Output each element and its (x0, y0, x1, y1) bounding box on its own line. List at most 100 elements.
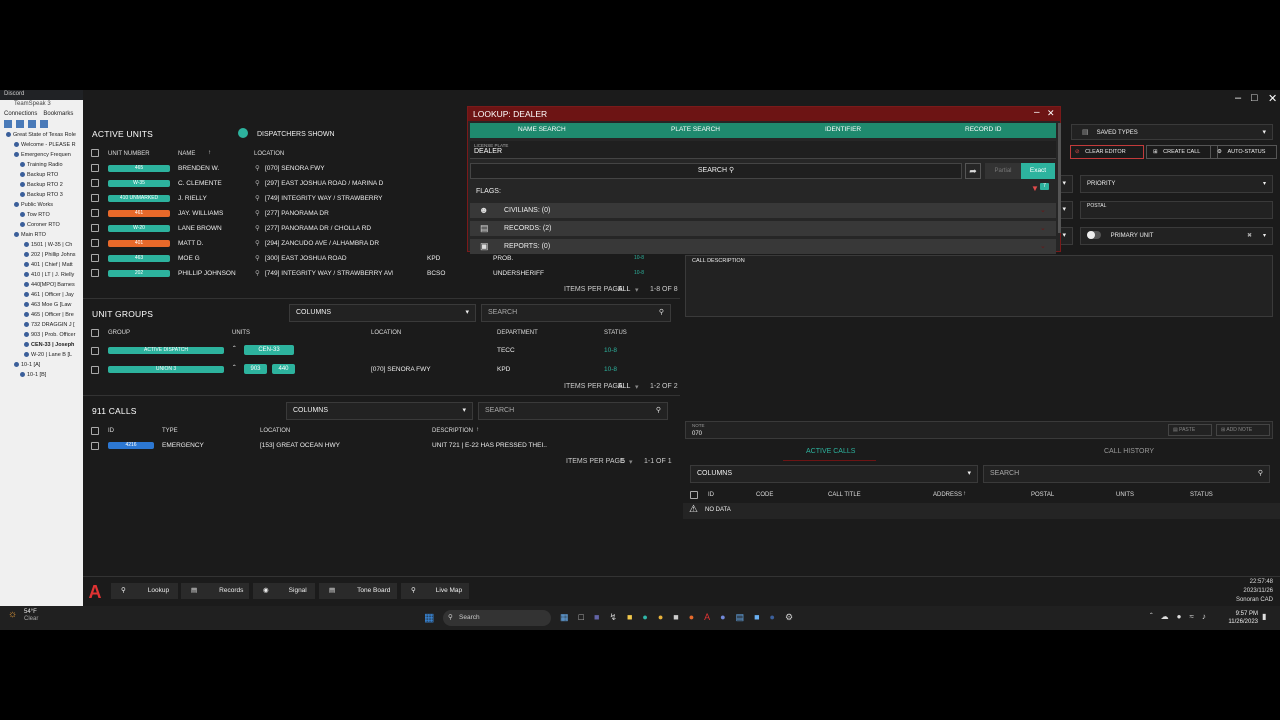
teamspeak-icon[interactable]: ● (770, 612, 775, 623)
columns-select[interactable]: COLUMNS ▾ (690, 465, 978, 483)
tree-item[interactable]: Great State of Texas Role (6, 130, 83, 140)
exact-toggle[interactable]: Exact (1021, 163, 1055, 179)
row-checkbox[interactable] (91, 179, 99, 187)
map-pin-icon[interactable]: ⚲ (255, 254, 260, 262)
col-name[interactable]: NAME (178, 151, 195, 157)
row-checkbox[interactable] (91, 269, 99, 277)
records-section[interactable]: ▤ RECORDS: (2) ⌄ (470, 221, 1056, 236)
bolt-icon[interactable]: ↯ (609, 612, 617, 623)
create-call-button[interactable]: ⊞ CREATE CALL (1146, 145, 1218, 159)
chevron-down-icon[interactable]: ▾ (635, 286, 639, 294)
tree-item[interactable]: 1501 | W-35 | Ch (6, 240, 83, 250)
search-icon[interactable]: ⚲ (659, 305, 664, 321)
search-icon[interactable]: ⚲ (1258, 466, 1263, 482)
paste-button[interactable]: ▤ PASTE (1168, 424, 1212, 436)
tree-item[interactable]: Backup RTO (6, 170, 83, 180)
col-unit-number[interactable]: UNIT NUMBER (108, 151, 150, 157)
app-icon[interactable]: ■ (673, 612, 678, 623)
select-all-checkbox[interactable] (91, 149, 99, 157)
row-checkbox[interactable] (91, 442, 99, 450)
table-row[interactable]: 202 PHILLIP JOHNSON ⚲ [749] INTEGRITY WAY /… (83, 266, 680, 281)
col-type[interactable]: TYPE (162, 428, 178, 434)
items-per-page-select[interactable]: ALL (618, 286, 630, 293)
tree-item[interactable]: 401 | Chief | Matt (6, 260, 83, 270)
unit-chip[interactable]: CEN-33 (244, 345, 294, 355)
row-checkbox[interactable] (91, 347, 99, 355)
auto-status-button[interactable]: ⚙ AUTO-STATUS (1210, 145, 1277, 159)
tree-item[interactable]: Coroner RTO (6, 220, 83, 230)
tree-item[interactable]: 461 | Officer | Jay (6, 290, 83, 300)
col-id[interactable]: ID (708, 492, 714, 498)
chrome-icon[interactable]: ● (658, 612, 663, 623)
table-row[interactable]: ACTIVE DISPATCH ˆ CEN-33 TECC 10-8 (83, 343, 680, 358)
map-pin-icon[interactable]: ⚲ (255, 164, 260, 172)
items-per-page-select[interactable]: 5 (621, 458, 625, 465)
primary-unit-select[interactable]: PRIMARY UNIT ✖ ▾ (1080, 227, 1273, 245)
col-id[interactable]: ID (108, 428, 114, 434)
tree-item[interactable]: 410 | LT | J. Rielly (6, 270, 83, 280)
col-units[interactable]: UNITS (232, 330, 250, 336)
tab-record-id[interactable]: RECORD ID (965, 126, 1001, 133)
widgets-icon[interactable]: ▦ (560, 612, 569, 623)
col-location[interactable]: LOCATION (260, 428, 290, 434)
tab-active-calls[interactable]: ACTIVE CALLS (806, 448, 855, 455)
close-icon[interactable]: ✕ (1268, 92, 1277, 105)
scrollbar[interactable] (1058, 123, 1061, 233)
saved-types-select[interactable]: ▤ SAVED TYPES ▾ (1071, 124, 1273, 140)
signal-button[interactable]: ◉ Signal (253, 583, 315, 599)
tree-item[interactable]: 10-1 [B] (6, 370, 83, 380)
taskbar-search[interactable]: ⚲ Search (443, 610, 551, 626)
items-per-page-select[interactable]: ALL (618, 383, 630, 390)
tree-item[interactable]: Main RTO (6, 230, 83, 240)
row-checkbox[interactable] (91, 209, 99, 217)
table-row[interactable]: UNION 3 ˆ 903 440 [070] SENORA FWY KPD 1… (83, 362, 680, 377)
tree-item[interactable]: Welcome - PLEASE R (6, 140, 83, 150)
add-note-button[interactable]: ⊞ ADD NOTE (1216, 424, 1270, 436)
tree-item[interactable]: Emergency Frequen (6, 150, 83, 160)
map-pin-icon[interactable]: ⚲ (255, 194, 260, 202)
menu-connections[interactable]: Connections (4, 111, 37, 117)
minimize-icon[interactable]: – (1034, 107, 1040, 118)
edge-icon[interactable]: ● (642, 612, 647, 623)
connect-icon[interactable] (4, 120, 12, 128)
search-button[interactable]: SEARCH ⚲ (470, 163, 962, 179)
row-checkbox[interactable] (91, 224, 99, 232)
col-postal[interactable]: POSTAL (1031, 492, 1054, 498)
tree-item[interactable]: 465 | Officer | Bre (6, 310, 83, 320)
notification-icon[interactable]: ▮ (1262, 612, 1266, 621)
tree-item[interactable]: 463 Moe G [Law (6, 300, 83, 310)
map-pin-icon[interactable]: ⚲ (255, 179, 260, 187)
col-status[interactable]: STATUS (604, 330, 627, 336)
columns-select[interactable]: COLUMNS ▾ (289, 304, 476, 322)
tree-item[interactable]: Backup RTO 2 (6, 180, 83, 190)
tab-name-search[interactable]: NAME SEARCH (518, 126, 566, 133)
civilians-section[interactable]: ☻ CIVILIANS: (0) ⌄ (470, 203, 1056, 218)
tree-item[interactable]: 903 | Prob. Officer (6, 330, 83, 340)
menu-bookmarks[interactable]: Bookmarks (43, 111, 73, 117)
tree-item[interactable]: CEN-33 | Joseph (6, 340, 83, 350)
records-button[interactable]: ▤ Records (181, 583, 249, 599)
table-row[interactable]: 4216 EMERGENCY [153] GREAT OCEAN HWY UNI… (83, 438, 680, 453)
lookup-button[interactable]: ⚲ Lookup (111, 583, 178, 599)
active-calls-search[interactable]: SEARCH ⚲ (983, 465, 1270, 483)
maximize-icon[interactable]: □ (1251, 92, 1258, 104)
windows-start-icon[interactable]: ▦ (424, 611, 434, 624)
mute-icon[interactable] (28, 120, 36, 128)
sonoran-icon[interactable]: A (704, 612, 710, 623)
tree-item[interactable]: W-20 | Lane B [L (6, 350, 83, 360)
volume-icon[interactable]: ♪ (1202, 612, 1206, 621)
calls-911-search[interactable]: SEARCH ⚲ (478, 402, 668, 420)
tree-item[interactable]: 10-1 [A] (6, 360, 83, 370)
primary-unit-toggle[interactable] (1087, 231, 1101, 240)
tone-board-button[interactable]: ▤ Tone Board (319, 583, 397, 599)
select-all-checkbox[interactable] (91, 329, 99, 337)
search-icon[interactable]: ⚲ (656, 403, 661, 419)
map-pin-icon[interactable]: ⚲ (255, 209, 260, 217)
select-all-checkbox[interactable] (91, 427, 99, 435)
tree-item[interactable]: 440[MPO] Barnes (6, 280, 83, 290)
taskbar-clock[interactable]: 9:57 PM 11/26/2023 (1224, 610, 1258, 626)
mic-icon[interactable]: ● (1177, 612, 1182, 621)
filter-icon[interactable]: ▼ (1031, 184, 1039, 193)
chevron-down-icon[interactable]: ▾ (629, 458, 633, 466)
unit-chip[interactable]: 903 (244, 364, 267, 374)
